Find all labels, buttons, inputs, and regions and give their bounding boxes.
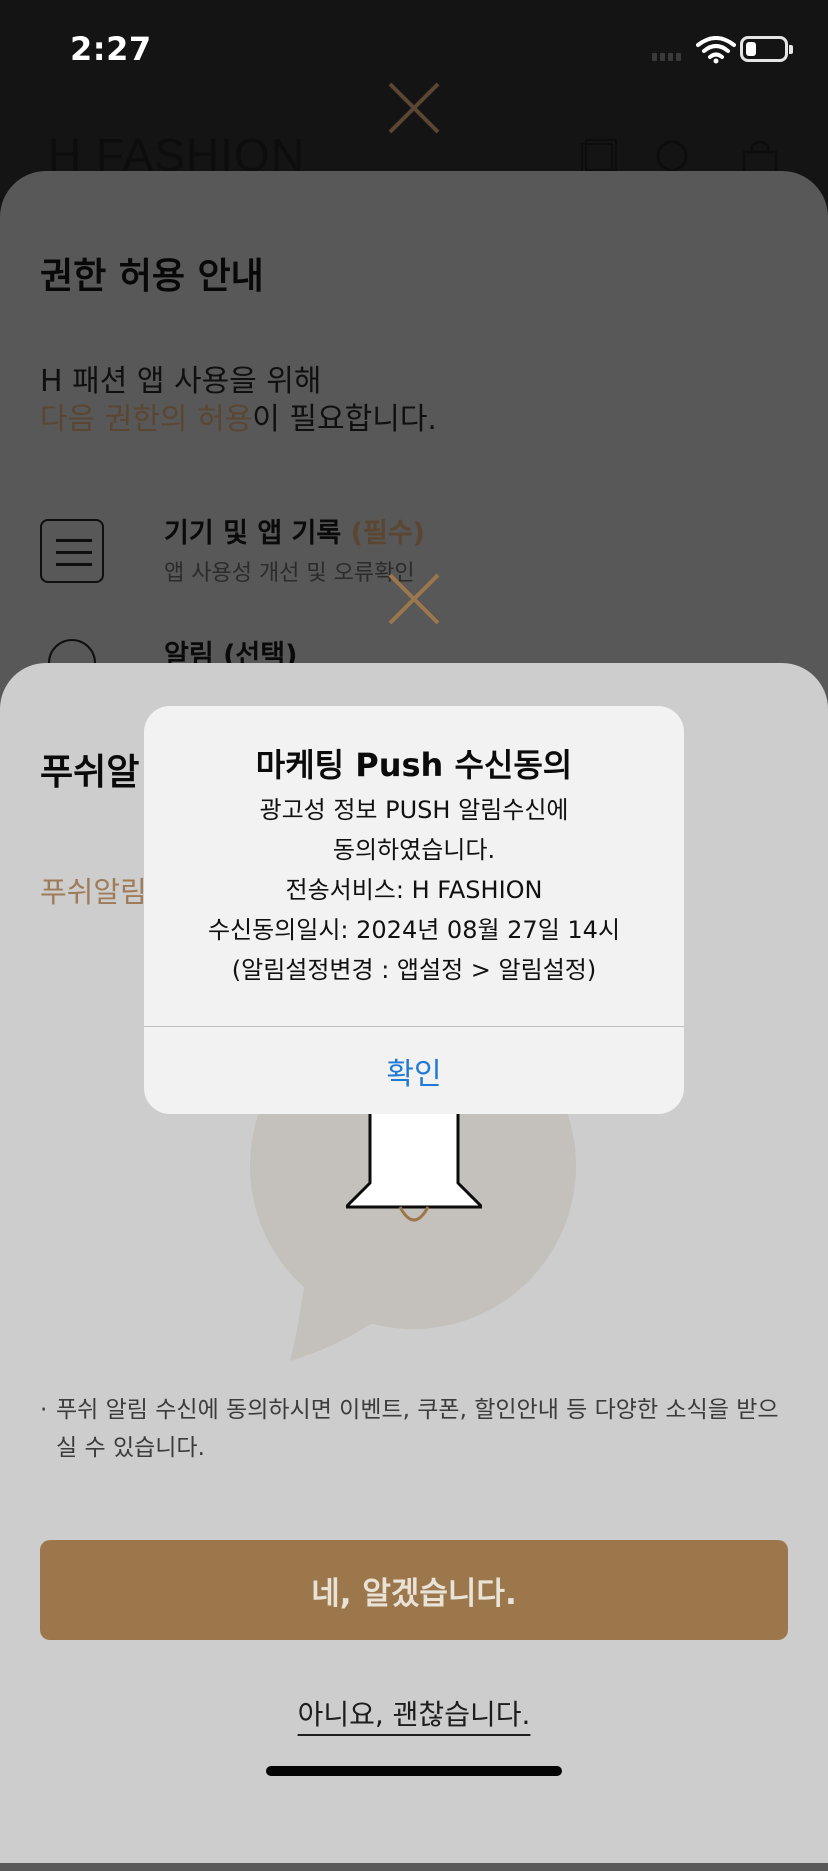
list-icon bbox=[40, 519, 104, 583]
permission-desc-rest: 이 필요합니다. bbox=[252, 402, 437, 437]
permission-item-name: 기기 및 앱 기록 bbox=[164, 518, 342, 549]
required-tag: (필수) bbox=[350, 518, 426, 549]
alert-confirm-button[interactable]: 확인 bbox=[144, 1027, 684, 1114]
permission-item-subtitle: 앱 사용성 개선 및 오류확인 bbox=[164, 561, 415, 586]
push-benefit-note: · 푸쉬 알림 수신에 동의하시면 이벤트, 쿠폰, 할인안내 등 다양한 소식… bbox=[40, 1391, 788, 1467]
speech-bubble-tail bbox=[290, 1243, 400, 1361]
permission-desc-highlight: 다음 권한의 허용 bbox=[40, 402, 253, 437]
alert-line: 광고성 정보 PUSH 알림수신에 bbox=[259, 796, 569, 824]
alert-line: (알림설정변경 : 앱설정 > 알림설정) bbox=[231, 956, 597, 984]
marketing-consent-alert: 마케팅 Push 수신동의 광고성 정보 PUSH 알림수신에 동의하였습니다.… bbox=[144, 706, 684, 1114]
note-bullet: · bbox=[40, 1397, 48, 1423]
alert-line: 전송서비스: H FASHION bbox=[285, 876, 543, 904]
close-icon[interactable] bbox=[386, 80, 442, 136]
agree-button[interactable]: 네, 알겠습니다. bbox=[40, 1540, 788, 1640]
alert-title: 마케팅 Push 수신동의 bbox=[255, 746, 573, 784]
permission-description: H 패션 앱 사용을 위해 다음 권한의 허용이 필요합니다. bbox=[40, 363, 437, 439]
push-subtitle: 푸쉬알림 bbox=[40, 875, 147, 909]
alert-message: 광고성 정보 PUSH 알림수신에 동의하였습니다. 전송서비스: H FASH… bbox=[144, 790, 684, 990]
note-text: 푸쉬 알림 수신에 동의하시면 이벤트, 쿠폰, 할인안내 등 다양한 소식을 … bbox=[56, 1397, 779, 1461]
decline-label: 아니요, 괜찮습니다. bbox=[297, 1698, 531, 1731]
alert-line: 동의하였습니다. bbox=[332, 836, 496, 864]
close-icon-2[interactable] bbox=[386, 571, 442, 627]
battery-icon bbox=[740, 36, 793, 62]
home-indicator[interactable] bbox=[266, 1766, 562, 1776]
permission-item-title: 기기 및 앱 기록 (필수) bbox=[164, 511, 425, 550]
status-time: 2:27 bbox=[70, 30, 152, 68]
alert-line: 수신동의일시: 2024년 08월 27일 14시 bbox=[207, 916, 621, 944]
wifi-icon bbox=[696, 36, 736, 64]
permission-desc-line1: H 패션 앱 사용을 위해 bbox=[40, 364, 322, 399]
decline-link[interactable]: 아니요, 괜찮습니다. bbox=[0, 1693, 828, 1733]
cellular-signal-icon bbox=[652, 46, 684, 65]
permission-title: 권한 허용 안내 bbox=[40, 256, 264, 297]
push-title: 푸쉬알 bbox=[40, 752, 140, 793]
